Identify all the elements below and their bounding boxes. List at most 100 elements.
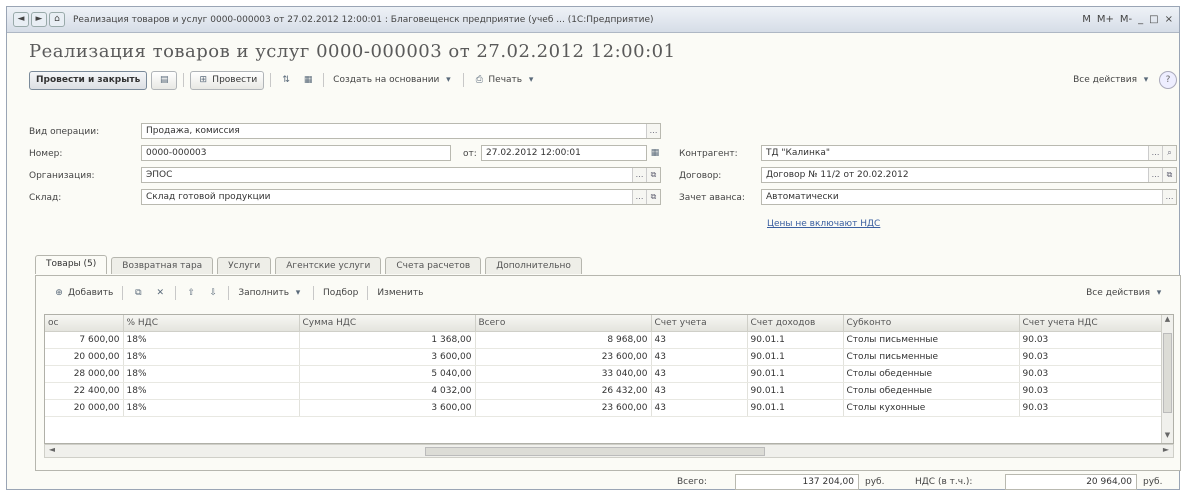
copy-row-button[interactable]: ⧉: [129, 287, 147, 299]
select-button[interactable]: Подбор: [320, 288, 361, 298]
tab-agent-services[interactable]: Агентские услуги: [275, 257, 382, 274]
scroll-down-icon[interactable]: ▼: [1162, 431, 1173, 443]
open-icon[interactable]: ⧉: [646, 190, 660, 204]
scroll-thumb[interactable]: [425, 447, 765, 456]
memory-button[interactable]: M: [1082, 14, 1091, 25]
table-all-actions-button[interactable]: Все действия ▾: [1083, 287, 1168, 299]
table-cell[interactable]: 18%: [123, 365, 300, 383]
column-header[interactable]: ос: [45, 315, 124, 332]
contract-field[interactable]: Договор № 11/2 от 20.02.2012 … ⧉: [761, 167, 1177, 183]
table-cell[interactable]: 1 368,00: [299, 331, 476, 349]
structure-button[interactable]: ▦: [299, 74, 317, 86]
number-field[interactable]: 0000-000003: [141, 145, 451, 161]
tab-additional[interactable]: Дополнительно: [485, 257, 582, 274]
horizontal-scrollbar[interactable]: ◄ ►: [44, 444, 1174, 458]
scroll-left-icon[interactable]: ◄: [45, 445, 59, 457]
table-cell[interactable]: 18%: [123, 348, 300, 366]
table-cell[interactable]: 43: [651, 399, 748, 417]
back-icon[interactable]: ◄: [13, 12, 29, 27]
table-cell[interactable]: 90.01.1: [747, 331, 844, 349]
date-field[interactable]: 27.02.2012 12:00:01: [481, 145, 647, 161]
table-cell[interactable]: 26 432,00: [475, 382, 652, 400]
column-header[interactable]: Счет учета: [651, 315, 748, 332]
table-cell[interactable]: 43: [651, 365, 748, 383]
table-cell[interactable]: 43: [651, 331, 748, 349]
table-cell[interactable]: Столы письменные: [843, 331, 1020, 349]
table-cell[interactable]: 90.01.1: [747, 382, 844, 400]
home-icon[interactable]: ⌂: [49, 12, 65, 27]
counterparty-field[interactable]: ТД "Калинка" … ⌕: [761, 145, 1177, 161]
maximize-button[interactable]: □: [1149, 14, 1158, 25]
post-and-close-button[interactable]: Провести и закрыть: [29, 70, 148, 90]
table-cell[interactable]: 90.01.1: [747, 399, 844, 417]
table-cell[interactable]: 8 968,00: [475, 331, 652, 349]
organization-field[interactable]: ЭПОС … ⧉: [141, 167, 661, 183]
advance-field[interactable]: Автоматически …: [761, 189, 1177, 205]
table-cell[interactable]: 90.01.1: [747, 365, 844, 383]
table-cell[interactable]: 3 600,00: [299, 348, 476, 366]
move-down-button[interactable]: ⇩: [204, 287, 222, 299]
table-cell[interactable]: 43: [651, 382, 748, 400]
table-cell[interactable]: 7 600,00: [45, 331, 124, 349]
ellipsis-icon[interactable]: …: [1148, 146, 1162, 160]
help-icon[interactable]: ?: [1159, 71, 1177, 89]
delete-row-button[interactable]: ✕: [151, 287, 169, 299]
forward-icon[interactable]: ►: [31, 12, 47, 27]
search-icon[interactable]: ⌕: [1162, 146, 1176, 160]
tab-services[interactable]: Услуги: [217, 257, 272, 274]
price-settings-link[interactable]: Цены не включают НДС: [767, 219, 880, 229]
all-actions-button[interactable]: Все действия ▾: [1070, 74, 1155, 86]
fill-button[interactable]: Заполнить ▾: [235, 287, 307, 299]
memory-plus-button[interactable]: M+: [1097, 14, 1114, 25]
ellipsis-icon[interactable]: …: [1148, 168, 1162, 182]
tab-goods[interactable]: Товары (5): [35, 255, 108, 274]
operation-field[interactable]: Продажа, комиссия …: [141, 123, 661, 139]
table-cell[interactable]: 23 600,00: [475, 348, 652, 366]
table-cell[interactable]: 22 400,00: [45, 382, 124, 400]
print-button[interactable]: ⎙ Печать ▾: [470, 74, 540, 86]
tab-settlement-accounts[interactable]: Счета расчетов: [385, 257, 482, 274]
close-button[interactable]: ×: [1165, 14, 1173, 25]
create-based-on-button[interactable]: Создать на основании ▾: [330, 74, 457, 86]
ellipsis-icon[interactable]: …: [632, 168, 646, 182]
table-row[interactable]: 22 400,00 18% 4 032,00 26 432,00 43 90.0…: [45, 382, 1164, 400]
scroll-thumb[interactable]: [1163, 333, 1172, 413]
move-up-button[interactable]: ⇧: [182, 287, 200, 299]
table-cell[interactable]: 20 000,00: [45, 399, 124, 417]
column-header[interactable]: Субконто: [843, 315, 1020, 332]
table-cell[interactable]: 4 032,00: [299, 382, 476, 400]
table-cell[interactable]: Столы обеденные: [843, 365, 1020, 383]
scroll-right-icon[interactable]: ►: [1159, 445, 1173, 457]
table-row[interactable]: 20 000,00 18% 3 600,00 23 600,00 43 90.0…: [45, 348, 1164, 366]
minimize-button[interactable]: _: [1138, 14, 1143, 25]
change-button[interactable]: Изменить: [374, 288, 426, 298]
calendar-icon[interactable]: ▦: [649, 147, 661, 159]
scroll-up-icon[interactable]: ▲: [1162, 315, 1173, 327]
table-cell[interactable]: 3 600,00: [299, 399, 476, 417]
table-cell[interactable]: 90.01.1: [747, 348, 844, 366]
table-cell[interactable]: 18%: [123, 331, 300, 349]
save-button[interactable]: ▤: [151, 70, 178, 90]
table-cell[interactable]: 90.03: [1019, 399, 1164, 417]
table-cell[interactable]: 28 000,00: [45, 365, 124, 383]
column-header[interactable]: Сумма НДС: [299, 315, 476, 332]
table-cell[interactable]: 33 040,00: [475, 365, 652, 383]
table-row[interactable]: 20 000,00 18% 3 600,00 23 600,00 43 90.0…: [45, 399, 1164, 417]
column-header[interactable]: Всего: [475, 315, 652, 332]
table-cell[interactable]: 90.03: [1019, 365, 1164, 383]
table-cell[interactable]: 43: [651, 348, 748, 366]
table-row[interactable]: 28 000,00 18% 5 040,00 33 040,00 43 90.0…: [45, 365, 1164, 383]
warehouse-field[interactable]: Склад готовой продукции … ⧉: [141, 189, 661, 205]
table-cell[interactable]: 5 040,00: [299, 365, 476, 383]
column-header[interactable]: Счет учета НДС: [1019, 315, 1164, 332]
ellipsis-icon[interactable]: …: [632, 190, 646, 204]
table-cell[interactable]: 90.03: [1019, 382, 1164, 400]
add-row-button[interactable]: ⊕ Добавить: [50, 287, 116, 299]
table-row[interactable]: 7 600,00 18% 1 368,00 8 968,00 43 90.01.…: [45, 331, 1164, 349]
memory-minus-button[interactable]: M-: [1120, 14, 1132, 25]
column-header[interactable]: Счет доходов: [747, 315, 844, 332]
table-cell[interactable]: 90.03: [1019, 348, 1164, 366]
table-cell[interactable]: Столы кухонные: [843, 399, 1020, 417]
tab-returnable-packaging[interactable]: Возвратная тара: [111, 257, 214, 274]
open-icon[interactable]: ⧉: [1162, 168, 1176, 182]
